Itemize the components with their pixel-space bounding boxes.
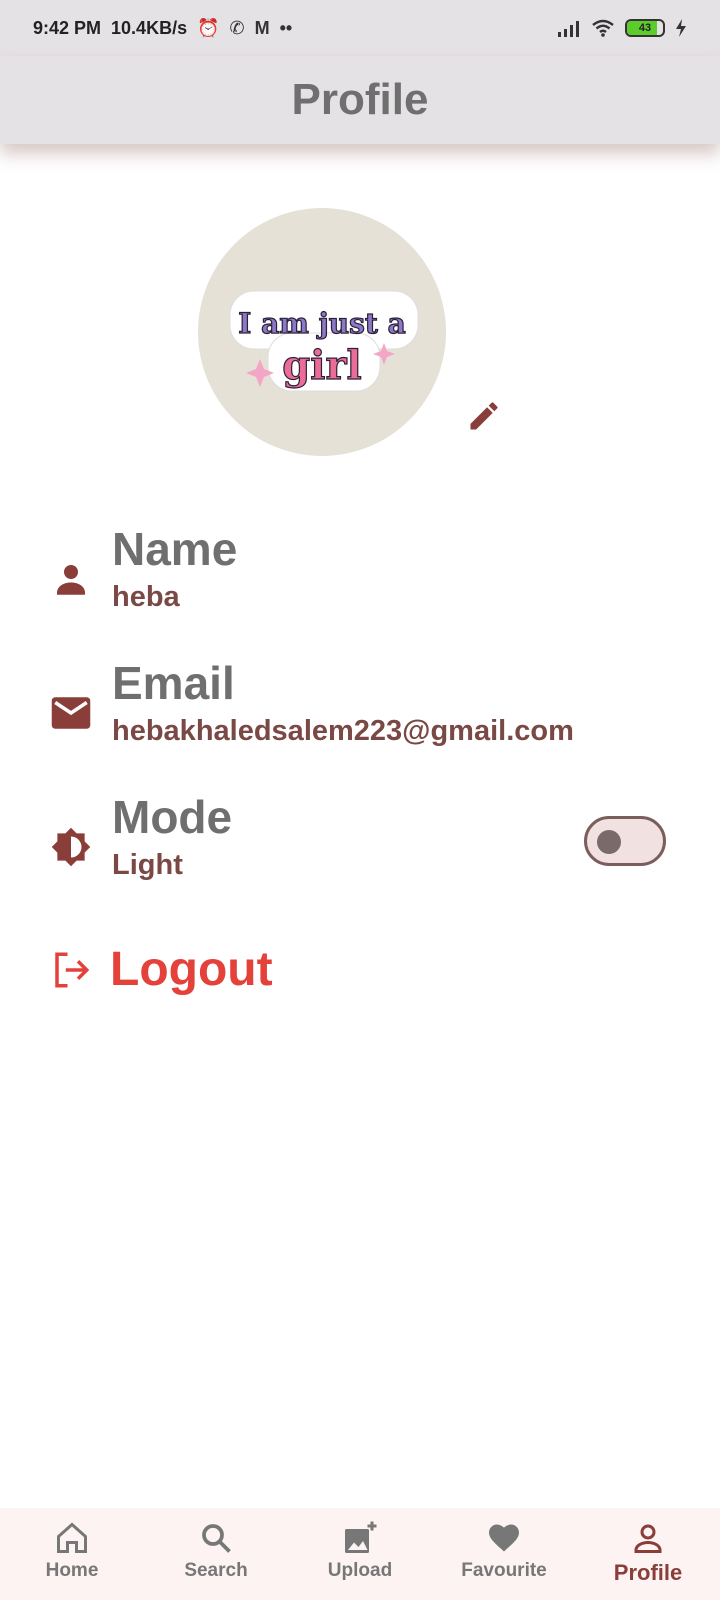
person-icon [57,565,85,595]
heart-icon [489,1524,519,1552]
battery-indicator: 43 [625,19,665,37]
more-dots-icon: •• [279,17,293,38]
sticker-line-1: I am just a [238,307,405,340]
toggle-knob [597,830,621,854]
home-icon [57,1522,87,1553]
wifi-icon [592,19,614,37]
email-value: hebakhaledsalem223@gmail.com [112,715,574,747]
mail-icon [51,697,91,729]
nav-label-upload: Upload [327,1560,393,1581]
alarm-icon: ⏰ [197,17,220,38]
edit-icon[interactable] [466,398,502,434]
app-bar: Profile [0,56,720,144]
signal-icon [558,21,579,37]
profile-avatar[interactable]: I am just a girl [198,208,446,456]
name-value: heba [112,581,180,613]
battery-level: 43 [638,22,652,34]
charging-icon [676,19,686,37]
mode-row: Mode Light [50,790,232,884]
status-left: 9:42 PM 10.4KB/s ⏰ ✆ M •• [33,18,292,39]
name-row: Name heba [50,522,237,616]
gmail-icon: M [254,17,270,38]
status-time: 9:42 PM [33,17,102,38]
mode-value: Light [112,849,183,881]
nav-item-profile[interactable]: Profile [576,1508,720,1600]
nav-item-upload[interactable]: Upload [288,1508,432,1600]
page-title: Profile [291,75,429,124]
nav-label-profile: Profile [613,1560,683,1585]
logout-label: Logout [110,943,273,996]
mode-toggle[interactable] [584,816,666,866]
email-title: Email [112,657,235,709]
name-title: Name [112,523,238,575]
mode-title: Mode [112,791,233,843]
nav-label-search: Search [184,1560,248,1581]
status-speed: 10.4KB/s [111,17,188,38]
nav-label-favourite: Favourite [461,1560,547,1581]
logout-button[interactable]: Logout [50,942,273,997]
logout-icon [55,952,90,987]
nav-label-home: Home [45,1560,99,1581]
nav-item-favourite[interactable]: Favourite [432,1508,576,1600]
nav-item-home[interactable]: Home [0,1508,144,1600]
email-row: Email hebakhaledsalem223@gmail.com [50,656,574,750]
person-outline-icon [634,1524,662,1553]
whatsapp-icon: ✆ [229,17,245,38]
avatar-sticker-image: I am just a girl [229,290,419,392]
bottom-nav: Home Search Upload Favourite Profile [0,1508,720,1600]
nav-item-search[interactable]: Search [144,1508,288,1600]
search-icon [202,1524,231,1553]
add-photo-icon [345,1521,377,1553]
sticker-line-2: girl [282,342,361,389]
status-right: 43 [557,19,687,37]
status-bar: 9:42 PM 10.4KB/s ⏰ ✆ M •• 43 [0,0,720,56]
brightness-icon [51,827,91,867]
